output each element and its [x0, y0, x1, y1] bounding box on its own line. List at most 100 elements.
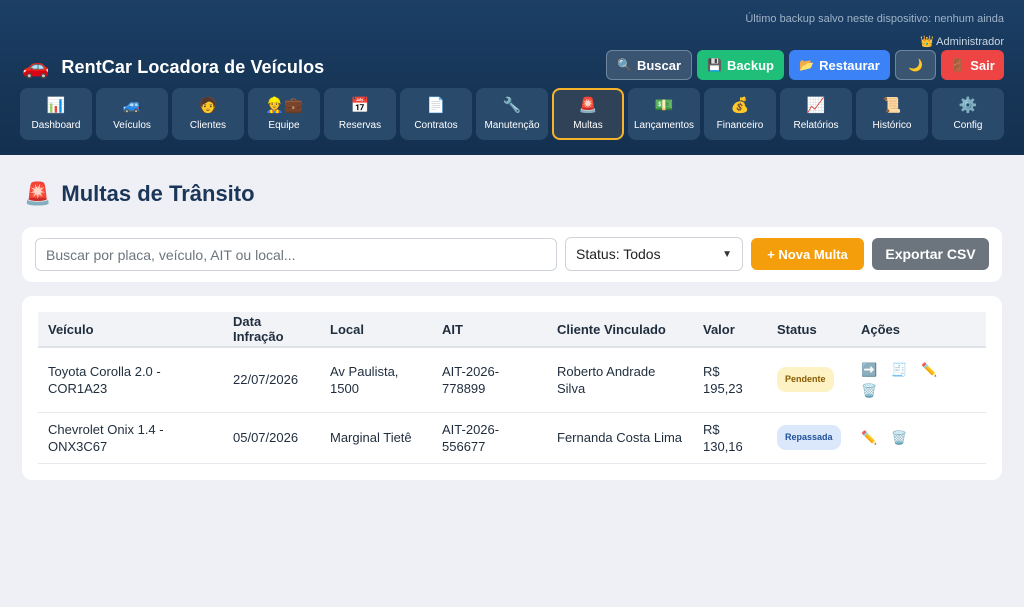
cell-value: R$ 195,23 [703, 363, 743, 396]
scroll-icon: 📜 [882, 96, 902, 114]
nav-label: Histórico [872, 119, 912, 131]
nav-item-manutencao[interactable]: 🔧 Manutenção [476, 88, 548, 140]
status-badge: Pendente [777, 367, 834, 393]
search-input[interactable] [35, 238, 557, 271]
user-role: 👑 Administrador [920, 35, 1004, 48]
fines-table: Veículo Data Infração Local AIT Cliente … [38, 312, 986, 464]
trash-icon[interactable]: 🗑️ [891, 429, 907, 446]
magnifier-icon: 🔍 [616, 58, 632, 72]
column-header[interactable]: Veículo [38, 312, 223, 348]
fines-table-card: Veículo Data Infração Local AIT Cliente … [22, 296, 1002, 480]
banknote-icon: 💵 [654, 96, 674, 114]
floppy-disk-icon: 💾 [707, 58, 722, 72]
pencil-icon[interactable]: ✏️ [921, 361, 937, 378]
nav-label: Config [953, 119, 983, 131]
trash-icon[interactable]: 🗑️ [861, 382, 877, 399]
cell-value: R$ 130,16 [703, 421, 743, 454]
column-header[interactable]: Status [767, 312, 851, 348]
nav-label: Multas [573, 119, 603, 131]
transfer-arrow-icon[interactable]: ➡️ [861, 361, 877, 378]
cell-vehicle: Chevrolet Onix 1.4 - ONX3C67 [48, 421, 164, 454]
receipt-icon[interactable]: 🧾 [891, 361, 907, 378]
nav-item-clientes[interactable]: 🧑 Clientes [172, 88, 244, 140]
brand: 🚗 RentCar Locadora de Veículos [22, 56, 324, 78]
person-icon: 🧑 [198, 96, 218, 114]
status-filter-select[interactable]: Status: Todos ▼ [565, 237, 743, 271]
nav-item-config[interactable]: ⚙️ Config [932, 88, 1004, 140]
nav-item-reservas[interactable]: 📅 Reservas [324, 88, 396, 140]
cell-status: Pendente [767, 347, 851, 412]
folder-icon: 📂 [799, 58, 815, 72]
nav-item-financeiro[interactable]: 💰 Financeiro [704, 88, 776, 140]
nav-label: Financeiro [716, 119, 764, 131]
worker-briefcase-icon: 👷💼 [265, 96, 303, 114]
nav-item-equipe[interactable]: 👷💼 Equipe [248, 88, 320, 140]
filter-bar: Status: Todos ▼ + Nova Multa Exportar CS… [22, 227, 1002, 282]
table-row: Chevrolet Onix 1.4 - ONX3C67 05/07/2026 … [38, 412, 986, 463]
backup-button-label: Backup [727, 57, 774, 73]
nav-item-lancamentos[interactable]: 💵 Lançamentos [628, 88, 700, 140]
nav-label: Manutenção [484, 119, 540, 131]
status-badge: Repassada [777, 425, 841, 450]
car-icon: 🚗 [22, 54, 50, 79]
status-filter-value: Status: Todos [576, 246, 661, 262]
suv-icon: 🚙 [122, 96, 142, 114]
export-csv-button[interactable]: Exportar CSV [872, 238, 989, 270]
crown-icon: 👑 [919, 36, 934, 48]
restore-button[interactable]: 📂 Restaurar [789, 50, 890, 80]
backup-status-note: Último backup salvo neste dispositivo: n… [745, 13, 1004, 25]
column-header[interactable]: Local [320, 312, 432, 348]
app-header: Último backup salvo neste dispositivo: n… [0, 0, 1024, 155]
siren-icon: 🚨 [578, 96, 598, 114]
nav-label: Relatórios [793, 119, 839, 131]
cell-ait: AIT-2026-778899 [442, 363, 500, 396]
nav-item-multas[interactable]: 🚨 Multas [552, 88, 624, 140]
table-row: Toyota Corolla 2.0 - COR1A23 22/07/2026 … [38, 347, 986, 412]
column-header[interactable]: Cliente Vinculado [547, 312, 693, 348]
restore-button-label: Restaurar [819, 57, 880, 73]
column-header[interactable]: Data Infração [223, 312, 320, 348]
nav-label: Lançamentos [633, 119, 695, 131]
nav-item-historico[interactable]: 📜 Histórico [856, 88, 928, 140]
nav-label: Equipe [268, 119, 300, 131]
nav-item-dashboard[interactable]: 📊 Dashboard [20, 88, 92, 140]
logout-button-label: Sair [970, 57, 995, 73]
nav-item-contratos[interactable]: 📄 Contratos [400, 88, 472, 140]
column-header: Ações [851, 312, 986, 348]
cell-actions: ➡️ 🧾 ✏️ 🗑️ [851, 347, 986, 412]
cell-date: 05/07/2026 [233, 430, 299, 445]
cell-date: 22/07/2026 [233, 372, 299, 388]
siren-icon: 🚨 [24, 181, 52, 206]
money-bag-icon: 💰 [730, 96, 750, 114]
page-title: 🚨 Multas de Trânsito [24, 181, 255, 207]
cell-vehicle: Toyota Corolla 2.0 - COR1A23 [48, 363, 161, 396]
cell-actions: ✏️ 🗑️ [851, 412, 986, 463]
search-button[interactable]: 🔍 Buscar [606, 50, 692, 80]
table-header-row: Veículo Data Infração Local AIT Cliente … [38, 312, 986, 348]
theme-toggle-button[interactable]: 🌙 [895, 50, 936, 80]
nav-item-relatorios[interactable]: 📈 Relatórios [780, 88, 852, 140]
logout-button[interactable]: 🚪 Sair [941, 50, 1004, 80]
nav-label: Veículos [113, 119, 151, 131]
cell-location: Av Paulista, 1500 [330, 363, 399, 396]
column-header[interactable]: Valor [693, 312, 767, 348]
user-role-label: Administrador [936, 36, 1004, 48]
nav-label: Clientes [189, 119, 227, 131]
door-icon: 🚪 [950, 58, 966, 72]
pencil-icon[interactable]: ✏️ [861, 429, 877, 446]
gear-icon: ⚙️ [958, 96, 978, 114]
nav-item-veiculos[interactable]: 🚙 Veículos [96, 88, 168, 140]
column-header[interactable]: AIT [432, 312, 547, 348]
cell-client: Roberto Andrade Silva [557, 363, 656, 396]
nav-label: Reservas [338, 119, 382, 131]
main-nav: 📊 Dashboard 🚙 Veículos 🧑 Clientes 👷💼 Equ… [20, 88, 1004, 140]
bar-chart-icon: 📊 [46, 96, 66, 114]
wrench-icon: 🔧 [502, 96, 522, 114]
search-button-label: Buscar [636, 57, 682, 73]
document-icon: 📄 [426, 96, 446, 114]
backup-button[interactable]: 💾 Backup [697, 50, 784, 80]
cell-client: Fernanda Costa Lima [557, 430, 683, 445]
new-fine-button[interactable]: + Nova Multa [751, 238, 864, 270]
chevron-down-icon: ▼ [722, 248, 732, 260]
nav-label: Dashboard [31, 119, 81, 131]
